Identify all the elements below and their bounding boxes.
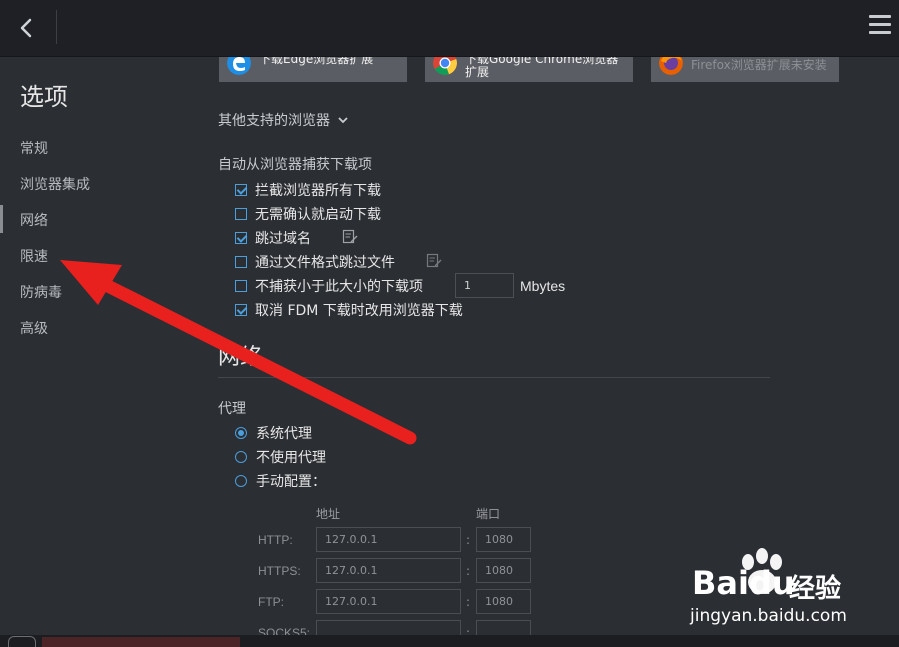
menu-icon-bar [869,31,891,34]
firefox-browser-icon [659,57,683,75]
top-bar [0,0,899,57]
min-size-unit: Mbytes [520,278,566,294]
network-section-heading: 网络 [218,345,263,370]
edit-domains-icon[interactable] [342,229,358,245]
socks5-port-input[interactable] [476,620,531,635]
edge-extension-label: 下载Edge浏览器扩展 [259,57,374,66]
skip-domains-checkbox[interactable] [235,232,247,244]
firefox-extension-label: Firefox浏览器扩展未安装 [691,58,827,72]
min-size-label: 不捕获小于此大小的下载项 [255,279,423,295]
address-column-header: 地址 [316,507,341,521]
system-proxy-radio[interactable] [235,427,247,439]
no-proxy-radio[interactable] [235,451,247,463]
skip-file-types-label: 通过文件格式跳过文件 [255,255,395,271]
sidebar: 选项 常规 浏览器集成 网络 限速 防病毒 高级 [0,57,195,647]
socks5-address-input[interactable] [316,620,461,635]
section-divider [218,377,770,378]
proxy-option-none[interactable]: 不使用代理 [235,447,326,467]
baidu-jingyan-text: 经验 [789,574,842,604]
http-address-input[interactable]: 127.0.0.1 [316,527,461,552]
other-browsers-label: 其他支持的浏览器 [218,113,330,129]
edge-extension-button[interactable]: 下载Edge浏览器扩展 [219,57,407,82]
option-min-size[interactable]: 不捕获小于此大小的下载项 [235,276,423,296]
nav-active-indicator [0,205,3,233]
proxy-protocol-label: FTP: [258,595,284,609]
taskbar-tab[interactable] [42,637,240,647]
edit-file-types-icon[interactable] [426,253,442,269]
baidu-watermark: Baidu 经验 jingyan.baidu.com [690,548,860,628]
edge-browser-icon [227,57,251,75]
ftp-port-input[interactable]: 1080 [476,589,531,614]
chevron-left-icon [20,18,32,38]
chrome-extension-button[interactable]: 下载Google Chrome浏览器扩展 [425,57,633,82]
option-intercept-all[interactable]: 拦截浏览器所有下载 [235,180,381,200]
chrome-extension-label: 下载Google Chrome浏览器扩展 [465,57,619,79]
proxy-option-manual[interactable]: 手动配置： [235,471,326,491]
taskbar-button[interactable] [8,636,36,647]
manual-proxy-radio[interactable] [235,475,247,487]
option-fallback-browser[interactable]: 取消 FDM 下载时改用浏览器下载 [235,300,463,320]
skip-file-types-checkbox[interactable] [235,256,247,268]
https-address-input[interactable]: 127.0.0.1 [316,558,461,583]
skip-domains-label: 跳过域名 [255,231,311,247]
baidu-url-text: jingyan.baidu.com [690,606,847,626]
chrome-browser-icon [433,57,457,75]
capture-section-label: 自动从浏览器捕获下载项 [218,157,372,173]
menu-icon-bar [869,15,891,18]
sidebar-title: 选项 [20,83,68,111]
proxy-colon: : [466,626,471,635]
option-start-without-confirm[interactable]: 无需确认就启动下载 [235,204,381,224]
min-size-input[interactable]: 1 [455,273,514,298]
bottom-taskbar [0,635,899,647]
min-size-checkbox[interactable] [235,280,247,292]
proxy-colon: : [466,595,471,609]
option-skip-file-types[interactable]: 通过文件格式跳过文件 [235,252,395,272]
proxy-protocol-label: HTTP: [258,533,293,547]
option-skip-domains[interactable]: 跳过域名 [235,228,311,248]
back-button[interactable] [12,12,42,44]
topbar-divider [56,10,57,44]
sidebar-item-antivirus[interactable]: 防病毒 [20,282,62,302]
start-without-confirm-label: 无需确认就启动下载 [255,207,381,223]
proxy-protocol-label: HTTPS: [258,564,301,578]
port-column-header: 端口 [476,507,501,521]
chevron-down-icon [338,117,349,124]
sidebar-item-browser-integration[interactable]: 浏览器集成 [20,174,90,194]
menu-icon-bar [869,23,891,26]
intercept-all-checkbox[interactable] [235,184,247,196]
intercept-all-label: 拦截浏览器所有下载 [255,183,381,199]
sidebar-item-general[interactable]: 常规 [20,138,48,158]
other-browsers-dropdown[interactable]: 其他支持的浏览器 [218,110,349,130]
manual-proxy-label: 手动配置： [256,474,326,490]
fallback-browser-label: 取消 FDM 下载时改用浏览器下载 [255,303,463,319]
proxy-label: 代理 [218,401,246,417]
proxy-colon: : [466,564,471,578]
proxy-protocol-label: SOCKS5: [258,626,311,635]
fallback-browser-checkbox[interactable] [235,304,247,316]
no-proxy-label: 不使用代理 [256,450,326,466]
system-proxy-label: 系统代理 [256,426,312,442]
https-port-input[interactable]: 1080 [476,558,531,583]
sidebar-item-advanced[interactable]: 高级 [20,318,48,338]
sidebar-item-network[interactable]: 网络 [20,210,48,230]
ftp-address-input[interactable]: 127.0.0.1 [316,589,461,614]
start-without-confirm-checkbox[interactable] [235,208,247,220]
firefox-extension-button[interactable]: Firefox浏览器扩展未安装 [651,57,839,82]
sidebar-item-speed-limit[interactable]: 限速 [20,246,48,266]
baidu-logo-text: Baidu [692,564,795,602]
proxy-option-system[interactable]: 系统代理 [235,423,312,443]
proxy-colon: : [466,533,471,547]
menu-button[interactable] [869,15,891,37]
http-port-input[interactable]: 1080 [476,527,531,552]
